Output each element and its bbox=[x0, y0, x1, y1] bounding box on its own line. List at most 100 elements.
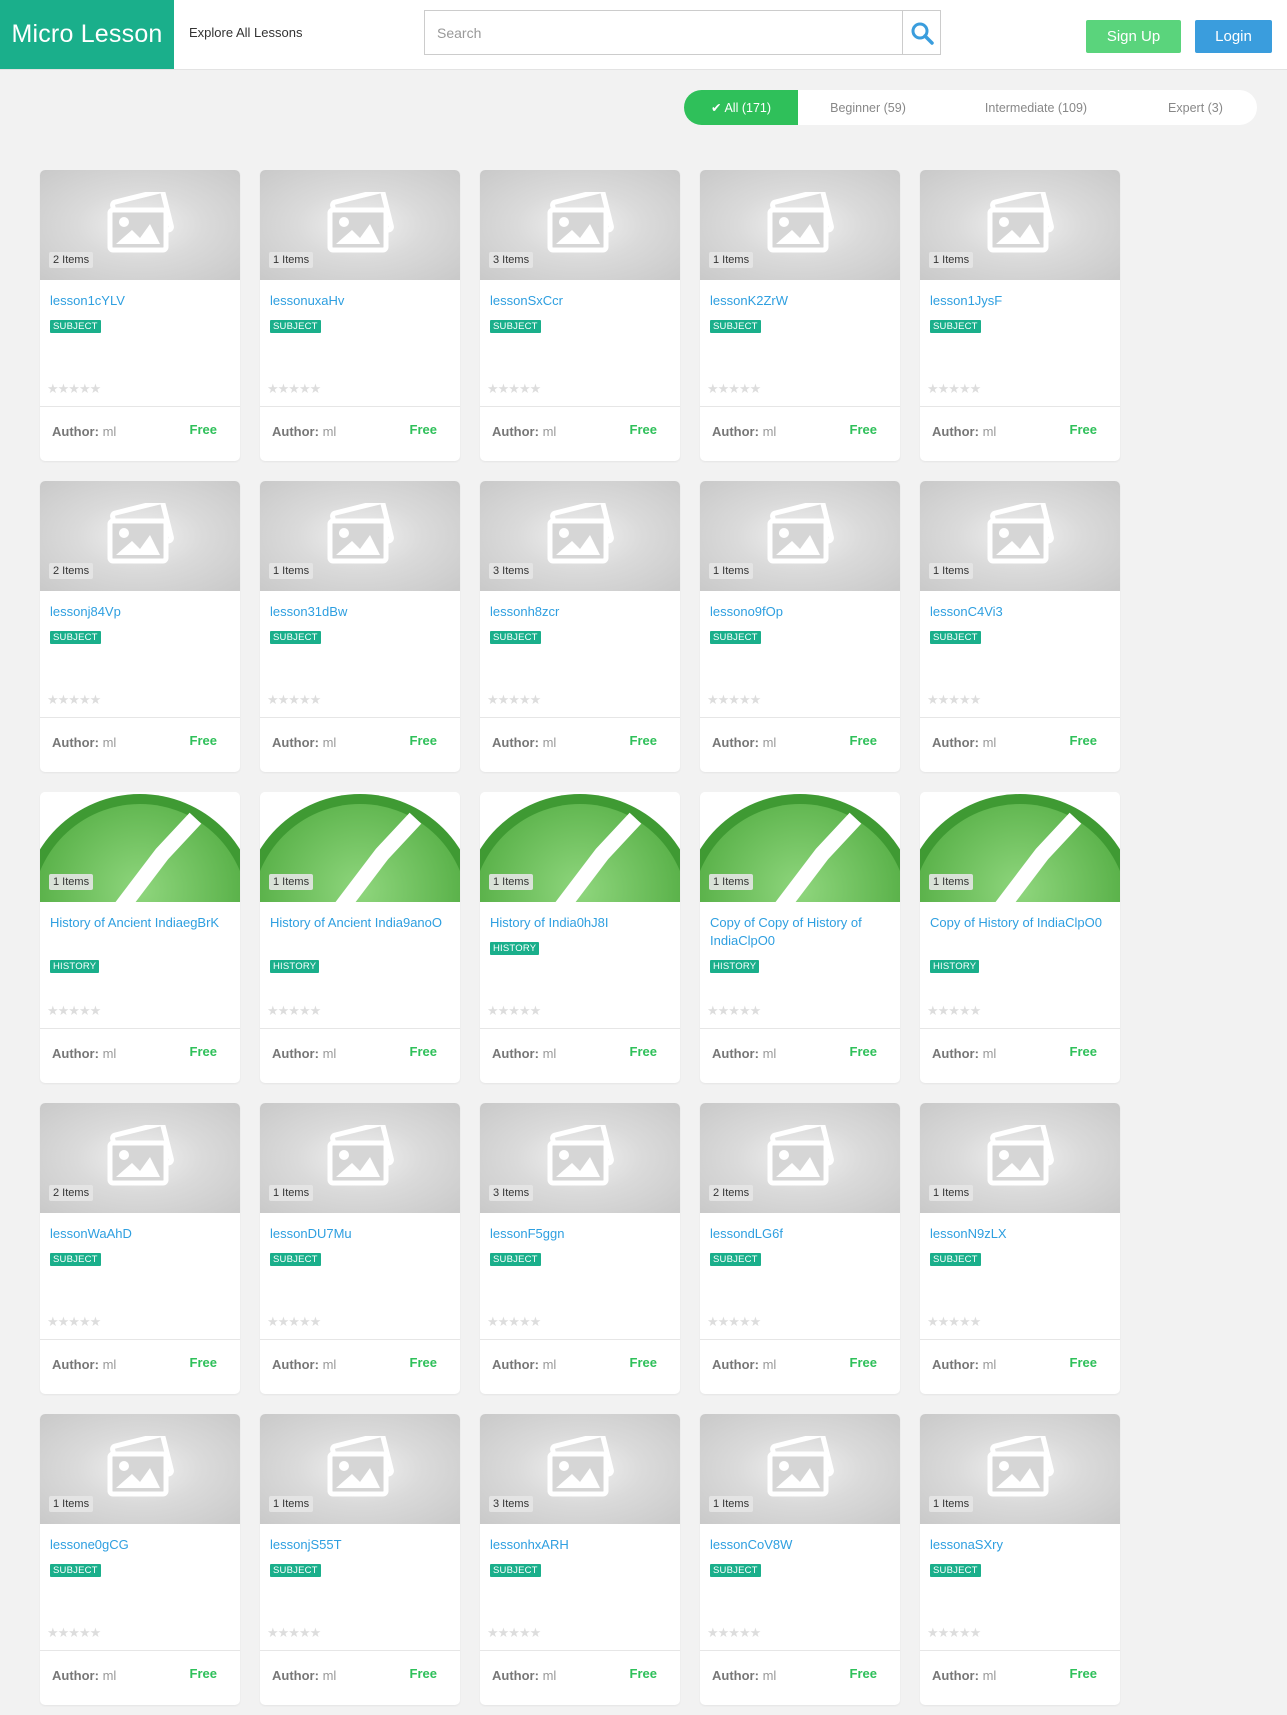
lesson-title-link[interactable]: lessonCoV8W bbox=[710, 1536, 892, 1554]
category-tag: HISTORY bbox=[710, 960, 760, 973]
lesson-title-link[interactable]: lessonhxARH bbox=[490, 1536, 672, 1554]
lesson-thumbnail[interactable]: 2 Items bbox=[40, 170, 240, 280]
filter-expert[interactable]: Expert (3) bbox=[1134, 90, 1257, 125]
lesson-card[interactable]: 3 Items lessonF5ggn SUBJECT ★★★★★ Author… bbox=[480, 1103, 680, 1394]
author-label: Author: bbox=[52, 1046, 99, 1061]
lesson-thumbnail[interactable]: 1 Items bbox=[480, 792, 680, 902]
lesson-card[interactable]: 3 Items lessonhxARH SUBJECT ★★★★★ Author… bbox=[480, 1414, 680, 1705]
lesson-title-link[interactable]: lessonDU7Mu bbox=[270, 1225, 452, 1243]
lesson-thumbnail[interactable]: 2 Items bbox=[40, 481, 240, 591]
filter-all[interactable]: ✔ All (171) bbox=[684, 90, 798, 125]
lesson-thumbnail[interactable]: 3 Items bbox=[480, 1414, 680, 1524]
category-tag: SUBJECT bbox=[930, 631, 981, 644]
lesson-title-link[interactable]: History of Ancient India9anoO bbox=[270, 914, 452, 932]
rating-stars: ★★★★★ bbox=[927, 381, 981, 396]
lesson-card[interactable]: 1 Items lessonuxaHv SUBJECT ★★★★★ Author… bbox=[260, 170, 460, 461]
lesson-thumbnail[interactable]: 3 Items bbox=[480, 170, 680, 280]
lesson-card[interactable]: 1 Items lesson31dBw SUBJECT ★★★★★ Author… bbox=[260, 481, 460, 772]
lesson-card[interactable]: 1 Items Copy of History of IndiaClpO0 HI… bbox=[920, 792, 1120, 1083]
lesson-thumbnail[interactable]: 1 Items bbox=[920, 792, 1120, 902]
lesson-card[interactable]: 1 Items History of Ancient India9anoO HI… bbox=[260, 792, 460, 1083]
lesson-title-link[interactable]: lessonh8zcr bbox=[490, 603, 672, 621]
lesson-thumbnail[interactable]: 1 Items bbox=[260, 481, 460, 591]
lesson-card[interactable]: 1 Items lessonK2ZrW SUBJECT ★★★★★ Author… bbox=[700, 170, 900, 461]
lesson-card[interactable]: 1 Items History of India0hJ8I HISTORY ★★… bbox=[480, 792, 680, 1083]
lesson-thumbnail[interactable]: 1 Items bbox=[920, 1103, 1120, 1213]
author-info: Author: ml bbox=[52, 1357, 116, 1372]
lesson-card[interactable]: 1 Items lessonC4Vi3 SUBJECT ★★★★★ Author… bbox=[920, 481, 1120, 772]
search-input[interactable] bbox=[425, 11, 905, 54]
rating-stars: ★★★★★ bbox=[707, 1625, 761, 1640]
lesson-title-link[interactable]: lessonC4Vi3 bbox=[930, 603, 1112, 621]
lesson-thumbnail[interactable]: 1 Items bbox=[260, 1414, 460, 1524]
card-divider bbox=[40, 717, 240, 718]
lesson-title-link[interactable]: History of Ancient IndiaegBrK bbox=[50, 914, 232, 932]
lesson-title-link[interactable]: lesson1cYLV bbox=[50, 292, 232, 310]
lesson-title-link[interactable]: lessono9fOp bbox=[710, 603, 892, 621]
lesson-thumbnail[interactable]: 2 Items bbox=[40, 1103, 240, 1213]
lesson-card[interactable]: 1 Items lessonDU7Mu SUBJECT ★★★★★ Author… bbox=[260, 1103, 460, 1394]
lesson-card[interactable]: 2 Items lessonWaAhD SUBJECT ★★★★★ Author… bbox=[40, 1103, 240, 1394]
lesson-title-link[interactable]: lessonuxaHv bbox=[270, 292, 452, 310]
rating-stars: ★★★★★ bbox=[267, 381, 321, 396]
search-button[interactable] bbox=[902, 11, 940, 54]
lesson-card[interactable]: 1 Items lessonCoV8W SUBJECT ★★★★★ Author… bbox=[700, 1414, 900, 1705]
lesson-card[interactable]: 1 Items lessone0gCG SUBJECT ★★★★★ Author… bbox=[40, 1414, 240, 1705]
lesson-thumbnail[interactable]: 1 Items bbox=[260, 792, 460, 902]
lesson-title-link[interactable]: lesson1JysF bbox=[930, 292, 1112, 310]
rating-stars: ★★★★★ bbox=[707, 1003, 761, 1018]
lesson-card[interactable]: 2 Items lesson1cYLV SUBJECT ★★★★★ Author… bbox=[40, 170, 240, 461]
lesson-thumbnail[interactable]: 1 Items bbox=[920, 1414, 1120, 1524]
lesson-card[interactable]: 1 Items lesson1JysF SUBJECT ★★★★★ Author… bbox=[920, 170, 1120, 461]
sign-up-button[interactable]: Sign Up bbox=[1086, 20, 1181, 53]
rating-stars: ★★★★★ bbox=[47, 1625, 101, 1640]
lesson-title-link[interactable]: lessonj84Vp bbox=[50, 603, 232, 621]
lesson-thumbnail[interactable]: 1 Items bbox=[260, 1103, 460, 1213]
lesson-title-link[interactable]: lessonN9zLX bbox=[930, 1225, 1112, 1243]
lesson-title-link[interactable]: lessondLG6f bbox=[710, 1225, 892, 1243]
explore-all-lessons-link[interactable]: Explore All Lessons bbox=[189, 25, 302, 40]
price-label: Free bbox=[189, 733, 217, 748]
lesson-title-link[interactable]: Copy of Copy of History of IndiaClpO0 bbox=[710, 914, 892, 950]
lesson-card[interactable]: 1 Items lessonjS55T SUBJECT ★★★★★ Author… bbox=[260, 1414, 460, 1705]
login-button[interactable]: Login bbox=[1195, 20, 1272, 53]
lesson-title-link[interactable]: lessonK2ZrW bbox=[710, 292, 892, 310]
lesson-thumbnail[interactable]: 1 Items bbox=[40, 792, 240, 902]
lesson-title-link[interactable]: Copy of History of IndiaClpO0 bbox=[930, 914, 1112, 932]
author-name: ml bbox=[982, 1668, 997, 1683]
lesson-card[interactable]: 1 Items History of Ancient IndiaegBrK HI… bbox=[40, 792, 240, 1083]
author-name: ml bbox=[542, 735, 557, 750]
filter-beginner[interactable]: Beginner (59) bbox=[798, 90, 938, 125]
lesson-thumbnail[interactable]: 1 Items bbox=[920, 481, 1120, 591]
lesson-card[interactable]: 3 Items lessonSxCcr SUBJECT ★★★★★ Author… bbox=[480, 170, 680, 461]
lesson-card[interactable]: 2 Items lessonj84Vp SUBJECT ★★★★★ Author… bbox=[40, 481, 240, 772]
lesson-thumbnail[interactable]: 2 Items bbox=[700, 1103, 900, 1213]
lesson-title-link[interactable]: lesson31dBw bbox=[270, 603, 452, 621]
lesson-thumbnail[interactable]: 1 Items bbox=[700, 1414, 900, 1524]
category-tag: SUBJECT bbox=[50, 320, 101, 333]
lesson-title-link[interactable]: lessonF5ggn bbox=[490, 1225, 672, 1243]
lesson-thumbnail[interactable]: 1 Items bbox=[260, 170, 460, 280]
lesson-title-link[interactable]: lessonaSXry bbox=[930, 1536, 1112, 1554]
lesson-thumbnail[interactable]: 1 Items bbox=[700, 170, 900, 280]
lesson-thumbnail[interactable]: 3 Items bbox=[480, 481, 680, 591]
lesson-thumbnail[interactable]: 1 Items bbox=[700, 792, 900, 902]
author-name: ml bbox=[322, 1668, 337, 1683]
lesson-thumbnail[interactable]: 1 Items bbox=[700, 481, 900, 591]
logo[interactable]: Micro Lesson bbox=[0, 0, 174, 69]
lesson-card[interactable]: 1 Items lessono9fOp SUBJECT ★★★★★ Author… bbox=[700, 481, 900, 772]
lesson-card[interactable]: 1 Items lessonN9zLX SUBJECT ★★★★★ Author… bbox=[920, 1103, 1120, 1394]
lesson-title-link[interactable]: lessone0gCG bbox=[50, 1536, 232, 1554]
lesson-thumbnail[interactable]: 1 Items bbox=[920, 170, 1120, 280]
lesson-title-link[interactable]: History of India0hJ8I bbox=[490, 914, 672, 932]
lesson-thumbnail[interactable]: 1 Items bbox=[40, 1414, 240, 1524]
lesson-card[interactable]: 2 Items lessondLG6f SUBJECT ★★★★★ Author… bbox=[700, 1103, 900, 1394]
lesson-card[interactable]: 3 Items lessonh8zcr SUBJECT ★★★★★ Author… bbox=[480, 481, 680, 772]
lesson-card[interactable]: 1 Items lessonaSXry SUBJECT ★★★★★ Author… bbox=[920, 1414, 1120, 1705]
filter-intermediate[interactable]: Intermediate (109) bbox=[938, 90, 1134, 125]
lesson-title-link[interactable]: lessonSxCcr bbox=[490, 292, 672, 310]
lesson-title-link[interactable]: lessonWaAhD bbox=[50, 1225, 232, 1243]
lesson-thumbnail[interactable]: 3 Items bbox=[480, 1103, 680, 1213]
lesson-card[interactable]: 1 Items Copy of Copy of History of India… bbox=[700, 792, 900, 1083]
lesson-title-link[interactable]: lessonjS55T bbox=[270, 1536, 452, 1554]
